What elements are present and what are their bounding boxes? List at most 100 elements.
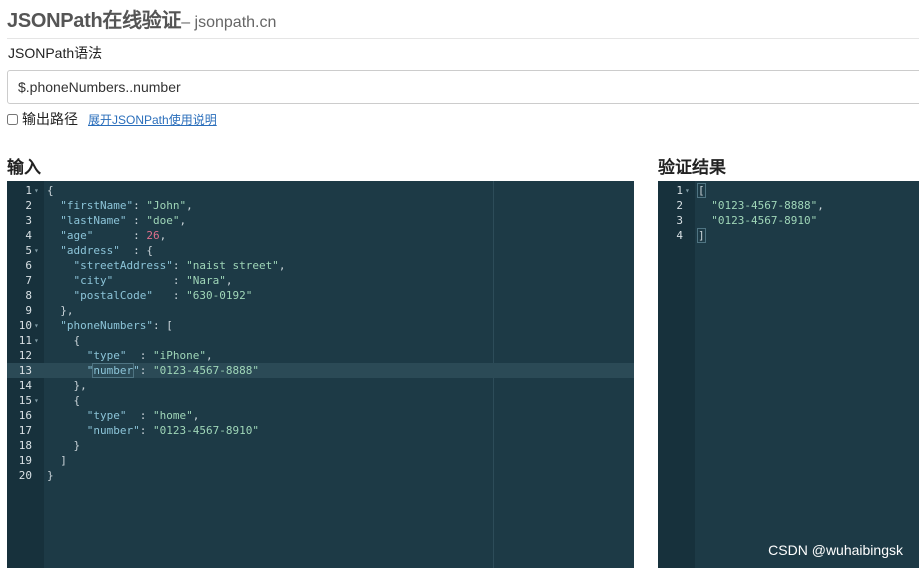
input-editor-lines: 1 ▾{2 "firstName": "John", 3 "lastName" : …	[7, 183, 634, 483]
code-token: "Nara"	[186, 274, 226, 287]
code-token: "John"	[146, 199, 187, 212]
csdn-watermark: CSDN @wuhaibingsk	[768, 542, 903, 558]
input-code-line[interactable]: 13 "number": "0123-4567-8888"	[7, 363, 634, 378]
code-token: :	[139, 424, 153, 437]
input-code-line[interactable]: 5 ▾ "address" : {	[7, 243, 634, 258]
input-code-line[interactable]: 10 ▾ "phoneNumbers": [	[7, 318, 634, 333]
code-token: "0123-4567-8888"	[711, 199, 818, 212]
line-number: 20	[18, 469, 32, 482]
code-token: "age"	[60, 229, 94, 242]
output-path-label[interactable]: 输出路径	[22, 109, 78, 129]
line-number: 2	[25, 199, 32, 212]
result-code-line[interactable]: 3 "0123-4567-8910"	[658, 213, 919, 228]
code-token: ,	[817, 199, 824, 212]
fold-arrow-icon[interactable]: ▾	[685, 183, 695, 198]
code-token: }	[47, 469, 54, 482]
code-text: "0123-4567-8910"	[695, 213, 817, 228]
output-path-checkbox[interactable]	[7, 113, 18, 125]
output-path-row: 输出路径 展开JSONPath使用说明	[7, 110, 217, 128]
input-code-line[interactable]: 9 },	[7, 303, 634, 318]
code-token: ,	[179, 214, 187, 227]
code-token: :	[126, 409, 153, 422]
code-token: },	[47, 379, 87, 392]
code-text: "lastName" : "doe",	[44, 213, 186, 228]
input-code-line[interactable]: 1 ▾{	[7, 183, 634, 198]
input-code-line[interactable]: 6 "streetAddress": "naist street",	[7, 258, 634, 273]
input-code-line[interactable]: 18 }	[7, 438, 634, 453]
line-number: 8	[25, 289, 32, 302]
site-title[interactable]: JSONPath在线验证	[7, 10, 182, 32]
input-code-line[interactable]: 8 "postalCode" : "630-0192"	[7, 288, 634, 303]
code-token: ,	[192, 409, 200, 422]
input-code-line[interactable]: 12 "type" : "iPhone",	[7, 348, 634, 363]
line-number: 6	[25, 259, 32, 272]
fold-arrow-icon[interactable]: ▾	[34, 318, 44, 333]
line-number: 3	[25, 214, 32, 227]
code-token: 26	[146, 229, 160, 242]
code-text: "firstName": "John",	[44, 198, 193, 213]
fold-arrow-icon[interactable]: ▾	[34, 393, 44, 408]
code-token: ,	[278, 259, 286, 272]
input-json-editor[interactable]: 1 ▾{2 "firstName": "John", 3 "lastName" : …	[7, 181, 634, 568]
input-code-line[interactable]: 11 ▾ {	[7, 333, 634, 348]
line-number: 17	[18, 424, 32, 437]
result-code-line[interactable]: 1 ▾[	[658, 183, 919, 198]
code-text: "address" : {	[44, 243, 153, 258]
jsonpath-help-link[interactable]: 展开JSONPath使用说明	[88, 111, 217, 128]
code-text: {	[44, 393, 80, 408]
line-number: 15	[18, 394, 32, 407]
code-token: {	[47, 394, 81, 407]
code-token: "home"	[153, 409, 193, 422]
code-token: "0123-4567-8910"	[152, 424, 259, 437]
fold-arrow-icon[interactable]: ▾	[34, 243, 44, 258]
jsonpath-syntax-label: JSONPath语法	[8, 45, 103, 61]
input-code-line[interactable]: 7 "city" : "Nara",	[7, 273, 634, 288]
input-code-line[interactable]: 16 "type" : "home",	[7, 408, 634, 423]
code-text: }	[44, 438, 80, 453]
fold-arrow-icon[interactable]: ▾	[34, 183, 44, 198]
line-number: 1	[25, 184, 32, 197]
line-number: 7	[25, 274, 32, 287]
result-code-line[interactable]: 4]	[658, 228, 919, 243]
code-text: "phoneNumbers": [	[44, 318, 173, 333]
code-token: "phoneNumbers"	[60, 319, 153, 332]
code-token: "	[133, 364, 140, 377]
input-code-line[interactable]: 4 "age" : 26,	[7, 228, 634, 243]
input-code-line[interactable]: 15 ▾ {	[7, 393, 634, 408]
input-code-line[interactable]: 2 "firstName": "John",	[7, 198, 634, 213]
result-code-line[interactable]: 2 "0123-4567-8888",	[658, 198, 919, 213]
result-json-editor[interactable]: 1 ▾[2 "0123-4567-8888", 3 "0123-4567-8910"…	[658, 181, 919, 568]
code-token: ,	[186, 199, 193, 212]
jsonpath-input[interactable]	[7, 70, 919, 104]
input-code-line[interactable]: 14 },	[7, 378, 634, 393]
input-code-line[interactable]: 19 ]	[7, 453, 634, 468]
code-token: ]	[697, 228, 706, 243]
input-code-line[interactable]: 20}	[7, 468, 634, 483]
input-code-line[interactable]: 17 "number": "0123-4567-8910"	[7, 423, 634, 438]
code-text: ]	[44, 453, 67, 468]
code-token: :	[126, 214, 147, 227]
code-text: },	[44, 303, 73, 318]
code-text: },	[44, 378, 87, 393]
code-token: "naist street"	[186, 259, 279, 272]
input-code-line[interactable]: 3 "lastName" : "doe",	[7, 213, 634, 228]
code-text: ]	[695, 228, 706, 243]
code-token: "firstName"	[60, 199, 134, 212]
fold-arrow-icon[interactable]: ▾	[34, 333, 44, 348]
code-token: :	[152, 289, 187, 302]
input-panel-title: 输入	[7, 158, 41, 177]
code-token: "city"	[73, 274, 114, 287]
